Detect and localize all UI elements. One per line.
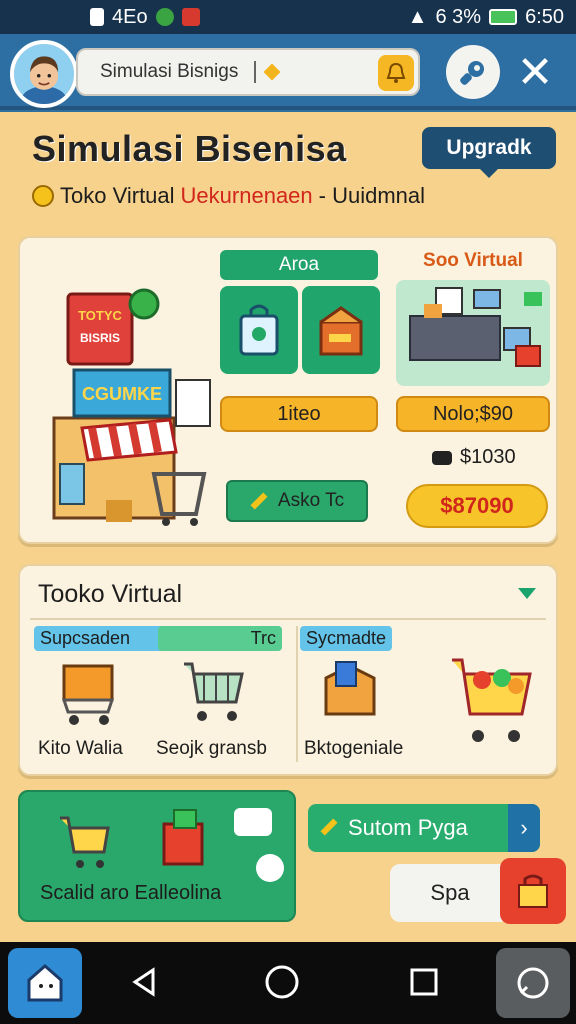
recents-button[interactable] (400, 958, 448, 1006)
virtual-store-illustration (396, 280, 550, 386)
home-circle-icon (265, 965, 299, 999)
price-button[interactable]: $87090 (406, 484, 548, 528)
divider (30, 618, 546, 620)
status-right-text: 6 3% (435, 5, 482, 28)
subtitle-suffix: - Uuidmnal (318, 183, 426, 208)
subtitle-highlight: Uekurnenaen (180, 183, 313, 208)
status-bar: 4Eo ▲ 6 3% 6:50 (0, 0, 576, 34)
panel3-label: Scalid aro Ealleolina (40, 882, 222, 904)
business-panel: TOTYC BISRIS CGUMKE Aroa 1iteo Asko Tc S… (18, 236, 558, 544)
svg-text:BISRIS: BISRIS (80, 331, 120, 345)
panel-title: Tooko Virtual (38, 580, 183, 608)
column-a-label: Aroa (220, 250, 378, 280)
close-button[interactable]: ✕ (508, 45, 562, 99)
box-tile[interactable] (302, 286, 380, 374)
virtual-store-panel: Tooko Virtual Supcsaden Trc Sycmadte Kit… (18, 564, 558, 776)
search-text: Simulasi Bisnigs (100, 61, 239, 82)
item-button[interactable]: 1iteo (220, 396, 378, 432)
full-cart-icon[interactable] (448, 650, 534, 758)
svg-text:TOTYC: TOTYC (78, 308, 122, 323)
box-icon (319, 306, 363, 356)
chevron-down-icon[interactable] (518, 588, 536, 599)
check-icon (256, 854, 284, 882)
subtitle-prefix: Toko Virtual (60, 183, 175, 208)
back-icon (132, 967, 155, 997)
tag-label: Supcsaden (40, 628, 131, 648)
diamond-icon (263, 63, 281, 81)
home-icon (27, 964, 63, 1002)
inventory-panel[interactable]: Scalid aro Ealleolina (18, 790, 296, 922)
chevron-right-icon: › (508, 804, 540, 852)
search-divider (254, 61, 257, 83)
close-icon: ✕ (516, 47, 554, 97)
battery-icon (489, 9, 518, 25)
document-icon (90, 8, 104, 26)
item3-label: Bktogeniale (304, 738, 404, 759)
asko-label: Asko Tc (277, 490, 345, 511)
navigation-bar (0, 942, 576, 1024)
item2-label: Seojk gransb (156, 738, 267, 759)
search-bar[interactable]: Simulasi Bisnigs (76, 48, 420, 96)
game-header: Simulasi Bisnigs ✕ (0, 34, 576, 110)
dog-icon (432, 450, 452, 465)
tag-trc: Trc (158, 626, 282, 651)
pencil-icon (320, 818, 338, 836)
asko-button[interactable]: Asko Tc (226, 480, 368, 522)
shop-building-illustration[interactable]: TOTYC BISRIS CGUMKE (36, 268, 222, 528)
notification-icon (181, 8, 200, 26)
player-avatar[interactable] (10, 40, 78, 108)
tag-sycmadte[interactable]: Sycmadte (300, 626, 393, 651)
assistant-button[interactable] (496, 948, 570, 1018)
home-button[interactable] (258, 958, 306, 1006)
assistant-icon (517, 967, 549, 999)
wifi-icon: ▲ (407, 5, 428, 28)
upgrade-button[interactable]: Upgradk (422, 127, 556, 178)
value-button[interactable]: Nolo;$90 (396, 396, 550, 432)
red-bag-icon (162, 809, 204, 866)
home-app-button[interactable] (8, 948, 82, 1018)
custom-label: Sutom Pyga (348, 815, 468, 840)
box-icon[interactable] (320, 658, 380, 728)
shopping-bag-tile[interactable] (220, 286, 298, 374)
fruit-cart-icon (60, 816, 110, 868)
status-left-text: 4Eo (112, 5, 148, 28)
app-icon (155, 8, 174, 26)
wrench-button[interactable] (446, 45, 500, 99)
badge-icon (234, 808, 272, 836)
green-cart-icon[interactable] (180, 658, 246, 728)
item1-label: Kito Walia (38, 738, 123, 759)
smile-icon (32, 185, 54, 207)
wrench-icon (460, 61, 484, 85)
clock: 6:50 (525, 5, 564, 28)
column-b-label: Soo Virtual (423, 250, 523, 271)
shopping-bag-icon (239, 304, 279, 356)
stock-line: $1030 (432, 446, 516, 469)
stock-text: $1030 (460, 446, 516, 468)
page-title: Simulasi Bisenisa (32, 128, 347, 169)
svg-text:CGUMKE: CGUMKE (82, 384, 162, 404)
custom-button[interactable]: Sutom Pyga › (308, 804, 540, 852)
tag-supcsaden[interactable]: Supcsaden Trc (34, 626, 282, 651)
pencil-icon (250, 492, 268, 510)
bell-icon[interactable] (378, 55, 414, 91)
subtitle: Toko Virtual Uekurnenaen - Uuidmnal (32, 183, 425, 209)
recents-icon (410, 968, 438, 996)
store-icon (518, 874, 548, 908)
spa-button[interactable]: Spa (390, 864, 510, 922)
back-button[interactable] (120, 958, 168, 1006)
orange-cart-icon[interactable] (58, 658, 120, 728)
shop-button[interactable] (500, 858, 566, 924)
vertical-divider (296, 626, 298, 762)
